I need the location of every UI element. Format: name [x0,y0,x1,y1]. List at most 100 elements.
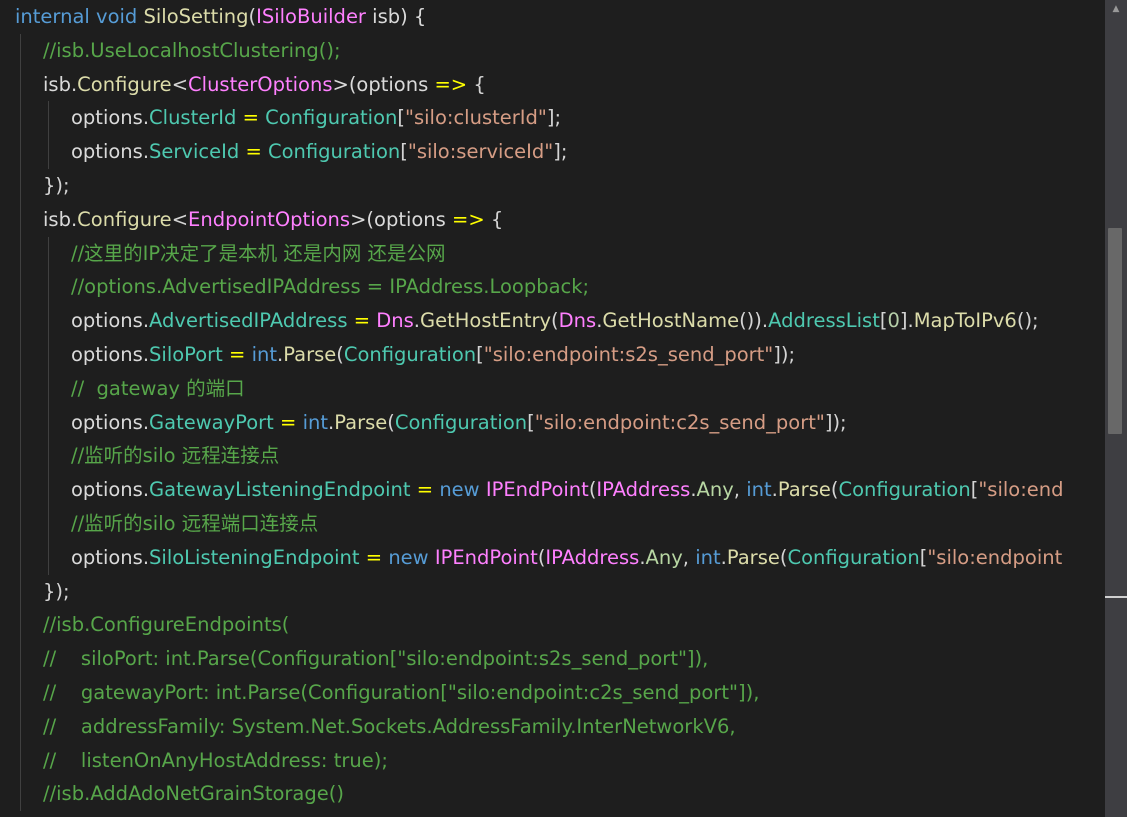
code-token: ()). [739,309,769,333]
code-token: GetHostEntry [419,309,552,333]
code-token: (); [1016,309,1039,333]
code-token: = [229,343,246,366]
code-token: Any [645,545,683,569]
code-token: Parse [334,410,388,434]
code-token: AddressList [768,309,880,333]
code-token: }); [43,579,70,603]
vertical-scrollbar[interactable]: ▲ [1105,0,1127,817]
code-token: [ [400,140,408,164]
code-token: >(options [350,207,453,231]
code-line: //这里的IP决定了是本机 还是内网 还是公网 [71,237,446,271]
code-token: ]; [553,140,568,164]
code-token: // addressFamily: System.Net.Sockets.Add… [43,714,736,738]
code-editor[interactable]: internal void SiloSetting(ISiloBuilder i… [0,0,1127,817]
code-token: ( [248,5,257,28]
code-line: options.SiloListeningEndpoint = new IPEn… [71,541,1062,575]
code-token: Configure [77,72,172,96]
code-token: // gateway 的端口 [71,376,245,400]
code-token: Configuration [787,545,920,569]
code-token: //监听的silo 远程端口连接点 [71,512,319,535]
code-token: "silo:serviceId" [407,140,554,164]
code-token: // listenOnAnyHostAddress: true); [43,748,388,772]
code-token: Configuration [265,106,398,130]
code-token: Configuration [394,410,528,434]
code-line: //options.AdvertisedIPAddress = IPAddres… [71,270,589,304]
code-token: //监听的silo 远程连接点 [71,444,280,468]
code-token: "silo:clusterId" [404,106,547,130]
code-token: Configuration [267,140,401,164]
code-token: }); [43,174,70,197]
code-token: ]); [824,410,847,434]
code-token: new [439,478,480,502]
code-line: }); [43,169,70,203]
code-line: isb.Configure<EndpointOptions>(options =… [43,203,503,237]
code-token: isb [43,72,71,96]
code-line: // addressFamily: System.Net.Sockets.Add… [43,710,736,744]
code-line: options.ClusterId = Configuration["silo:… [71,101,561,135]
indent-guide [48,236,49,575]
code-token: "silo:end [978,478,1064,502]
code-token: Dns [376,309,414,333]
code-token: SiloSetting [143,5,249,28]
code-token: Parse [726,545,780,569]
code-token: [ [397,106,405,130]
code-token: int [302,410,329,434]
code-token: SiloPort [149,343,223,366]
code-token: options [71,309,143,333]
code-token: //options.AdvertisedIPAddress = IPAddres… [71,275,590,299]
code-token: "silo:endpoint:s2s_send_port" [483,343,774,366]
indent-guide [20,33,21,812]
code-token: , [733,478,747,502]
code-token: Configuration [343,343,477,366]
code-token: [ [476,343,484,366]
code-token: ]. [899,309,914,333]
code-token: isb [43,207,71,231]
code-line: //isb.ConfigureEndpoints( [43,608,289,642]
code-token: options [71,410,143,434]
code-token: GetHostName [602,309,740,333]
code-token: [ [527,410,535,434]
code-token: , [682,545,696,569]
code-text-area[interactable]: internal void SiloSetting(ISiloBuilder i… [0,0,1105,817]
code-token: = [353,309,371,333]
code-token: options [71,106,143,130]
code-line: }); [43,575,70,609]
scroll-up-arrow-icon[interactable]: ▲ [1105,0,1127,18]
code-token: ( [336,343,344,366]
code-token: options [71,140,143,164]
scroll-thumb[interactable] [1108,228,1122,434]
code-token: IPAddress [545,545,640,569]
code-token: //isb.AddAdoNetGrainStorage() [43,782,344,806]
code-line: // gateway 的端口 [71,372,245,406]
code-token: int [695,545,721,569]
code-line: //isb.AddAdoNetGrainStorage() [43,777,344,811]
code-token: // gatewayPort: int.Parse(Configuration[… [43,681,760,704]
code-token: { [467,72,486,96]
code-token: ISiloBuilder [256,5,366,28]
code-token: = [280,410,297,434]
code-token: new [388,545,429,569]
code-line: options.ServiceId = Configuration["silo:… [71,135,567,169]
code-token: Configuration [838,478,971,502]
code-token: internal [15,5,90,28]
code-token: => [452,207,485,231]
code-token: < [171,207,189,231]
code-token: ServiceId [149,140,240,164]
code-token: >(options [332,72,435,96]
code-token: //这里的IP决定了是本机 还是内网 还是公网 [71,241,446,265]
code-token: Dns [558,309,597,333]
code-line: options.GatewayListeningEndpoint = new I… [71,473,1064,507]
code-token: ]); [773,343,796,366]
code-token: { [484,207,504,231]
code-line: // gatewayPort: int.Parse(Configuration[… [43,676,759,710]
code-token: // siloPort: int.Parse(Configuration["si… [43,647,709,671]
code-line: internal void SiloSetting(ISiloBuilder i… [15,0,426,34]
code-token: = [245,140,262,164]
code-token: => [434,72,468,96]
code-token: Parse [777,478,831,502]
code-token: Parse [283,343,337,366]
code-token: EndpointOptions [188,207,351,231]
code-token: AdvertisedIPAddress [149,309,348,333]
scroll-position-marker [1105,596,1127,598]
code-token: options [71,343,143,366]
